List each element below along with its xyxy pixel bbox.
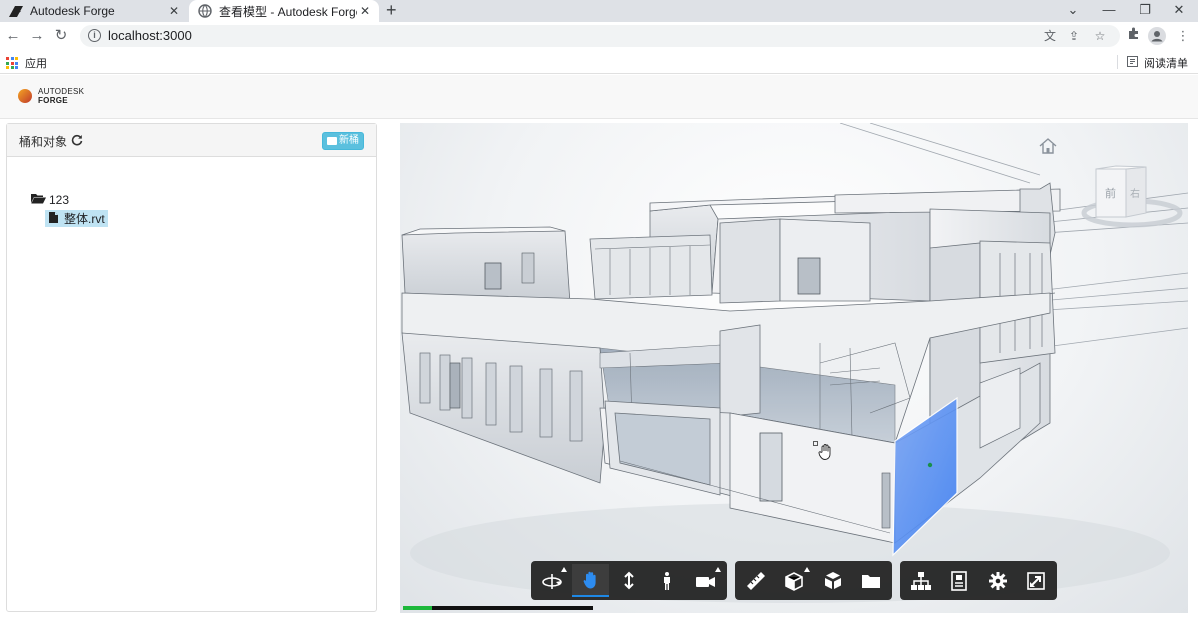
sheets-button[interactable] [853, 564, 889, 597]
folder-open-icon [31, 193, 46, 207]
site-info-icon[interactable]: i [88, 29, 101, 42]
apps-shortcut[interactable]: 应用 [6, 55, 47, 71]
forge-viewer-canvas[interactable]: 前 右 [400, 123, 1188, 613]
reading-list-button[interactable]: 阅读清单 [1127, 55, 1188, 71]
fullscreen-icon [1027, 571, 1045, 590]
explode-button[interactable] [815, 564, 851, 597]
flyout-indicator [715, 567, 722, 572]
panel-header: 桶和对象 新桶 [7, 124, 376, 157]
building-model-render[interactable] [400, 123, 1188, 613]
forge-logo-icon [18, 89, 32, 103]
apps-grid-icon [6, 57, 18, 69]
logo-line-2: FORGE [38, 96, 68, 105]
explode-cube-icon [824, 571, 841, 589]
reading-list-icon [1127, 56, 1138, 70]
folder-icon [327, 137, 337, 145]
address-bar-row: ← → ↻ i localhost:3000 文 ⇪ ☆ ⋮ [0, 22, 1198, 50]
bookmarks-bar: 应用 阅读清单 [0, 50, 1198, 74]
tree-folder-node[interactable]: 123 [31, 193, 69, 207]
view-cube-front-label: 前 [1105, 188, 1116, 200]
tab-title: Autodesk Forge [30, 4, 115, 18]
buckets-panel: 桶和对象 新桶 123 整体.rvt [6, 123, 377, 612]
folder-label: 123 [49, 193, 70, 207]
file-label: 整体.rvt [64, 212, 105, 226]
camera-button[interactable] [688, 564, 724, 597]
apps-label: 应用 [25, 58, 47, 70]
cursor-target-icon [813, 441, 818, 446]
settings-toolbar [900, 561, 1057, 600]
panel-title: 桶和对象 [19, 133, 83, 150]
section-box-icon [785, 571, 804, 591]
logo-text: AUTODESK FORGE [38, 87, 84, 105]
bookmark-star-icon[interactable]: ☆ [1092, 28, 1108, 44]
restore-button[interactable]: ❐ [1128, 0, 1162, 22]
reading-list-label: 阅读清单 [1144, 58, 1188, 70]
panel-title-text: 桶和对象 [19, 135, 68, 149]
url-bar[interactable]: i localhost:3000 文 ⇪ ☆ [80, 25, 1120, 47]
new-bucket-button[interactable]: 新桶 [322, 132, 364, 150]
view-cube-right-label: 右 [1130, 189, 1140, 200]
browser-tab-strip: Autodesk Forge ✕ 查看模型 - Autodesk Forge ✕… [0, 0, 1198, 22]
new-bucket-label: 新桶 [339, 135, 359, 146]
url-text[interactable]: localhost:3000 [108, 28, 192, 43]
autodesk-icon [8, 3, 24, 19]
new-tab-button[interactable]: + [386, 0, 402, 22]
tab-search-button[interactable]: ⌄ [1056, 0, 1090, 22]
refresh-icon[interactable] [71, 134, 83, 149]
flyout-indicator [803, 567, 810, 572]
browser-menu-icon[interactable]: ⋮ [1174, 27, 1192, 45]
camera-icon [695, 576, 715, 587]
first-person-button[interactable] [649, 564, 685, 597]
hand-icon [583, 571, 596, 588]
file-icon [49, 211, 58, 226]
pan-button[interactable] [572, 564, 609, 597]
translate-icon[interactable]: 文 [1042, 28, 1058, 44]
view-cube[interactable]: 前 右 [1080, 165, 1184, 235]
zoom-button[interactable] [611, 564, 647, 597]
home-view-icon[interactable] [1038, 137, 1058, 155]
share-icon[interactable]: ⇪ [1066, 28, 1082, 44]
orbit-icon [542, 573, 563, 589]
person-icon [664, 571, 671, 590]
orbit-button[interactable] [534, 564, 570, 597]
section-button[interactable] [776, 564, 812, 597]
close-tab-icon[interactable]: ✕ [357, 4, 373, 18]
model-browser-button[interactable] [903, 564, 939, 597]
flyout-indicator [561, 567, 568, 572]
gear-icon [988, 571, 1007, 590]
folder-icon [861, 574, 880, 588]
profile-avatar[interactable] [1148, 27, 1166, 45]
back-icon[interactable]: ← [4, 27, 22, 45]
zoom-arrows-icon [624, 571, 634, 589]
loading-progress-bar [403, 606, 593, 610]
globe-icon [197, 3, 213, 19]
browser-tab-autodesk-forge[interactable]: Autodesk Forge ✕ [0, 0, 188, 22]
pan-cursor-icon [818, 444, 831, 460]
autodesk-forge-logo[interactable]: AUTODESK FORGE [18, 87, 84, 105]
tab-title: 查看模型 - Autodesk Forge [219, 4, 357, 19]
ruler-icon [747, 571, 766, 590]
hierarchy-icon [911, 571, 932, 590]
forward-icon[interactable]: → [28, 27, 46, 45]
bookmarks-divider [1117, 55, 1118, 69]
close-tab-icon[interactable]: ✕ [166, 4, 182, 18]
properties-button[interactable] [941, 564, 977, 597]
properties-icon [951, 570, 968, 591]
extensions-icon[interactable] [1124, 27, 1142, 45]
loading-progress-fill [403, 606, 432, 610]
modeling-toolbar [735, 561, 892, 600]
fullscreen-button[interactable] [1018, 564, 1054, 597]
browser-tab-view-model[interactable]: 查看模型 - Autodesk Forge ✕ [189, 0, 379, 22]
logo-line-1: AUTODESK [38, 87, 85, 96]
app-header: AUTODESK FORGE [0, 75, 1198, 119]
minimize-button[interactable]: — [1092, 0, 1126, 22]
navigation-toolbar [531, 561, 727, 600]
settings-button[interactable] [980, 564, 1016, 597]
tree-file-node[interactable]: 整体.rvt [45, 210, 108, 227]
reload-icon[interactable]: ↻ [52, 27, 70, 45]
measure-button[interactable] [738, 564, 774, 597]
close-window-button[interactable]: ✕ [1162, 0, 1196, 22]
